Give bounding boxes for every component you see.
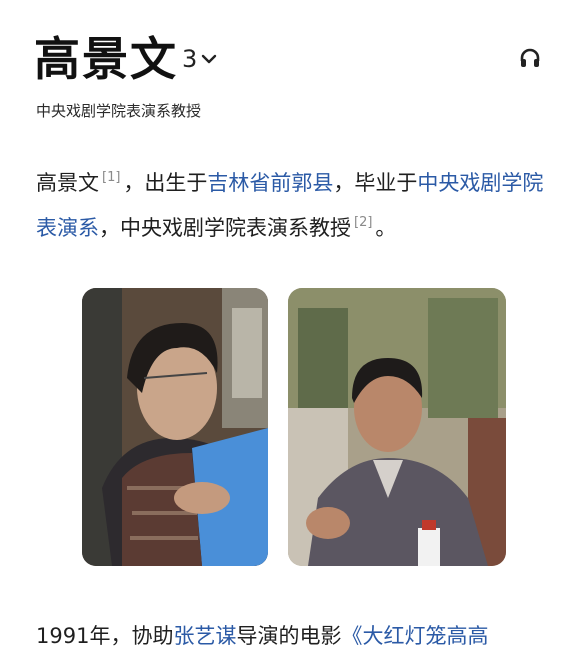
chevron-down-icon bbox=[201, 53, 217, 65]
person-name: 高景文 bbox=[36, 171, 99, 195]
director-link[interactable]: 张艺谋 bbox=[173, 624, 236, 648]
film-link[interactable]: 《大红灯笼高高 bbox=[341, 624, 488, 648]
intro-text-2: ，毕业于 bbox=[333, 171, 418, 195]
audio-button[interactable] bbox=[510, 40, 550, 80]
intro-text-3: ，中央戏剧学院表演系教授 bbox=[99, 216, 351, 240]
portrait-photo-1[interactable] bbox=[82, 288, 268, 566]
career-paragraph: 1991年，协助张艺谋导演的电影《大红灯笼高高 bbox=[36, 616, 576, 656]
intro-paragraph: 高景文 [1] ，出生于吉林省前郭县，毕业于中央戏剧学院表演系，中央戏剧学院表演系教… bbox=[36, 158, 556, 248]
intro-text-4: 。 bbox=[375, 216, 397, 240]
variant-selector[interactable]: 3 bbox=[182, 40, 217, 78]
headphones-icon bbox=[518, 46, 542, 74]
reference-link-1[interactable]: [1] bbox=[102, 170, 120, 185]
portrait-photo-2[interactable] bbox=[288, 288, 506, 566]
birthplace-link[interactable]: 吉林省前郭县 bbox=[207, 171, 333, 195]
intro-text-1: ，出生于 bbox=[123, 171, 208, 195]
career-text-2: 导演的电影 bbox=[236, 624, 342, 648]
reference-link-2[interactable]: [2] bbox=[354, 215, 372, 230]
page-title: 高景文 bbox=[34, 32, 178, 86]
page-subtitle: 中央戏剧学院表演系教授 bbox=[36, 102, 202, 120]
career-text-1: 1991年，协助 bbox=[36, 624, 174, 648]
variant-count: 3 bbox=[182, 45, 198, 73]
